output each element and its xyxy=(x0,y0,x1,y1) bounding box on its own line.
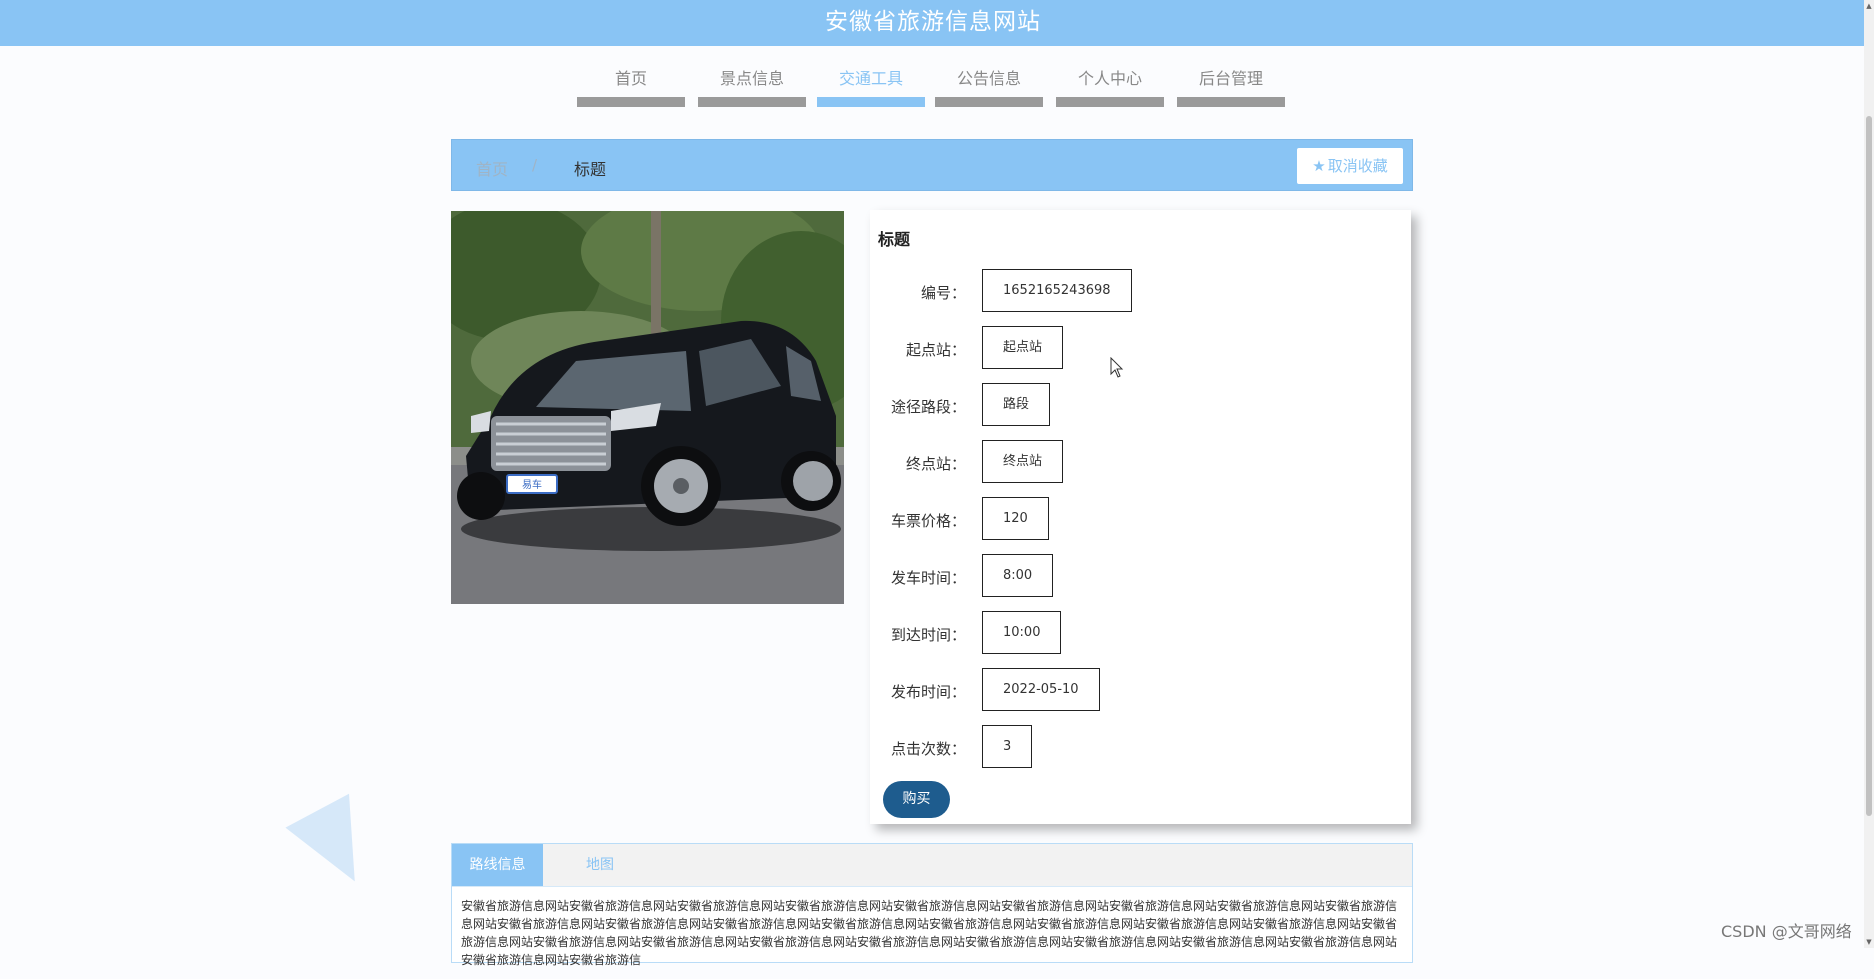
nav-item-personal-center[interactable]: 个人中心 xyxy=(1056,64,1164,107)
breadcrumb-separator: / xyxy=(532,156,538,174)
field-label-id: 编号： xyxy=(920,284,966,302)
tab-map[interactable]: 地图 xyxy=(570,844,630,886)
vehicle-photo: 易车 xyxy=(451,211,844,604)
tabs-panel: 路线信息 地图 安徽省旅游信息网站安徽省旅游信息网站安徽省旅游信息网站安徽省旅游… xyxy=(451,843,1413,967)
site-title: 安徽省旅游信息网站 xyxy=(825,9,1041,35)
field-value-departure-time: 8:00 xyxy=(982,554,1054,597)
nav-item-label: 首页 xyxy=(614,69,647,88)
star-icon: ★ xyxy=(1312,157,1326,175)
watermark: CSDN @文哥网络 xyxy=(1721,922,1852,941)
site-header: 安徽省旅游信息网站 xyxy=(0,0,1866,46)
detail-card: 标题 编号： 1652165243698 起点站： 起点站 途径路段： 路段 终… xyxy=(870,210,1411,824)
field-value-route: 路段 xyxy=(982,383,1051,426)
nav-item-label: 公告信息 xyxy=(956,69,1021,88)
mouse-cursor-icon xyxy=(1110,356,1124,383)
nav-item-label: 景点信息 xyxy=(719,69,784,88)
tab-route-info[interactable]: 路线信息 xyxy=(452,844,543,886)
field-label-arrival-time: 到达时间： xyxy=(890,626,966,644)
nav-underline xyxy=(1177,97,1285,107)
field-label-route: 途径路段： xyxy=(890,398,966,416)
nav-underline xyxy=(935,97,1043,107)
decorative-triangle xyxy=(285,793,387,899)
nav-item-label: 个人中心 xyxy=(1077,69,1142,88)
unfavorite-label: 取消收藏 xyxy=(1327,157,1388,175)
field-value-start-station: 起点站 xyxy=(982,326,1064,369)
buy-button[interactable]: 购买 xyxy=(883,781,950,818)
nav-underline xyxy=(817,97,925,107)
nav-item-label: 交通工具 xyxy=(838,69,903,88)
nav-item-home[interactable]: 首页 xyxy=(577,64,685,107)
plate-text: 易车 xyxy=(522,478,542,491)
field-label-ticket-price: 车票价格： xyxy=(890,512,966,530)
main-nav: 首页 景点信息 交通工具 公告信息 个人中心 后台管理 xyxy=(577,64,1287,109)
field-label-click-count: 点击次数： xyxy=(890,740,966,758)
nav-underline xyxy=(1056,97,1164,107)
unfavorite-button[interactable]: ★ 取消收藏 xyxy=(1297,148,1403,184)
field-value-end-station: 终点站 xyxy=(982,440,1064,483)
nav-item-announcements[interactable]: 公告信息 xyxy=(935,64,1043,107)
field-label-start-station: 起点站： xyxy=(905,341,966,359)
breadcrumb: 首页 / 标题 ★ 取消收藏 xyxy=(451,139,1413,191)
field-label-end-station: 终点站： xyxy=(905,455,966,473)
field-value-id: 1652165243698 xyxy=(982,269,1132,312)
breadcrumb-home-link[interactable]: 首页 xyxy=(476,156,508,180)
field-label-departure-time: 发车时间： xyxy=(890,569,966,587)
scroll-up-arrow-icon[interactable]: ▲ xyxy=(1866,2,1872,10)
nav-item-admin[interactable]: 后台管理 xyxy=(1177,64,1285,107)
scroll-down-arrow-icon[interactable]: ▼ xyxy=(1866,938,1872,946)
suv-image: 易车 xyxy=(451,211,844,604)
nav-underline xyxy=(577,97,685,107)
breadcrumb-current: 标题 xyxy=(574,160,607,179)
field-value-arrival-time: 10:00 xyxy=(982,611,1062,654)
detail-title: 标题 xyxy=(878,230,911,249)
field-value-click-count: 3 xyxy=(982,725,1033,768)
nav-underline xyxy=(698,97,806,107)
nav-item-transport[interactable]: 交通工具 xyxy=(817,64,925,107)
scrollbar-thumb[interactable] xyxy=(1866,116,1872,816)
nav-item-attractions[interactable]: 景点信息 xyxy=(698,64,806,107)
field-value-ticket-price: 120 xyxy=(982,497,1049,540)
field-value-publish-time: 2022-05-10 xyxy=(982,668,1100,711)
nav-item-label: 后台管理 xyxy=(1198,69,1263,88)
tab-content-text: 安徽省旅游信息网站安徽省旅游信息网站安徽省旅游信息网站安徽省旅游信息网站安徽省旅… xyxy=(461,899,1398,967)
tabs-header: 路线信息 地图 xyxy=(452,844,1412,887)
field-label-publish-time: 发布时间： xyxy=(890,683,966,701)
